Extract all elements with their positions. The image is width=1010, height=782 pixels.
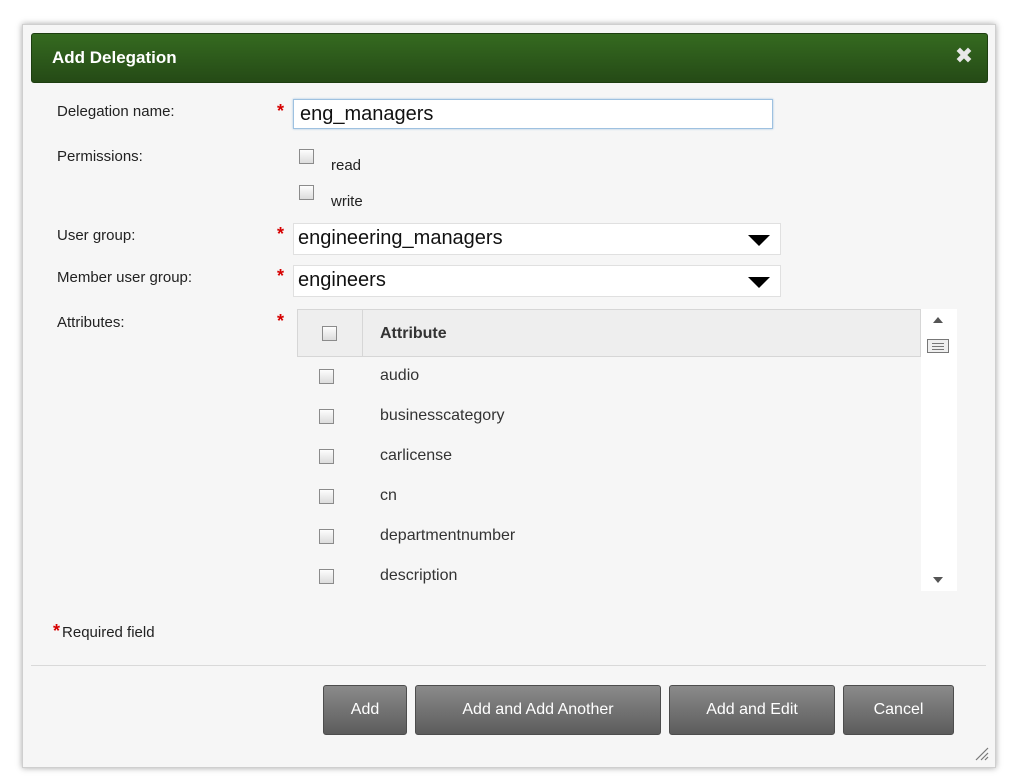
table-row: audio xyxy=(297,357,921,397)
attributes-table: Attribute audio businesscategory carlice… xyxy=(297,309,957,591)
required-field-text: Required field xyxy=(62,624,155,641)
dialog-titlebar[interactable]: Add Delegation ✖ xyxy=(31,33,988,83)
required-marker: * xyxy=(53,621,61,641)
required-field-note: * Required field xyxy=(53,621,155,642)
member-user-group-select[interactable]: engineers xyxy=(293,265,781,297)
add-button[interactable]: Add xyxy=(323,685,407,735)
permission-read-checkbox[interactable] xyxy=(299,149,314,164)
dialog-title: Add Delegation xyxy=(52,48,177,67)
add-delegation-dialog: Add Delegation ✖ Delegation name: * Perm… xyxy=(22,24,996,768)
user-group-select[interactable]: engineering_managers xyxy=(293,223,781,255)
row-checkbox[interactable] xyxy=(319,569,334,584)
attributes-table-header: Attribute xyxy=(297,309,921,357)
attributes-scrollbar[interactable] xyxy=(921,309,957,591)
attribute-column-header: Attribute xyxy=(380,325,447,342)
table-row: description xyxy=(297,557,921,591)
member-user-group-label: Member user group: xyxy=(57,269,193,286)
table-row: businesscategory xyxy=(297,397,921,437)
attribute-name: businesscategory xyxy=(380,407,505,424)
attribute-name: audio xyxy=(380,367,420,384)
scroll-down-icon[interactable] xyxy=(933,577,943,583)
required-marker: * xyxy=(277,224,285,244)
permission-write-checkbox[interactable] xyxy=(299,185,314,200)
scroll-thumb[interactable] xyxy=(927,339,949,353)
attributes-list: audio businesscategory carlicense cn dep… xyxy=(297,357,921,591)
row-checkbox[interactable] xyxy=(319,449,334,464)
permission-write-label: write xyxy=(331,193,363,210)
chevron-down-icon[interactable] xyxy=(748,277,770,288)
attribute-name: carlicense xyxy=(380,447,453,464)
add-and-edit-button[interactable]: Add and Edit xyxy=(669,685,835,735)
permission-read-label: read xyxy=(331,157,362,174)
row-checkbox[interactable] xyxy=(319,369,334,384)
cancel-button[interactable]: Cancel xyxy=(843,685,954,735)
required-marker: * xyxy=(277,101,285,121)
close-icon[interactable]: ✖ xyxy=(953,45,975,67)
table-row: cn xyxy=(297,477,921,517)
attribute-name: cn xyxy=(380,487,397,504)
select-all-checkbox[interactable] xyxy=(322,326,337,341)
resize-grip-icon[interactable] xyxy=(973,745,989,761)
footer-divider xyxy=(31,665,986,666)
user-group-label: User group: xyxy=(57,227,136,244)
delegation-name-label: Delegation name: xyxy=(57,103,175,120)
delegation-name-input[interactable] xyxy=(293,99,773,129)
header-divider xyxy=(362,310,363,356)
user-group-value: engineering_managers xyxy=(298,227,503,249)
required-marker: * xyxy=(277,311,285,331)
permissions-label: Permissions: xyxy=(57,148,143,165)
required-marker: * xyxy=(277,266,285,286)
table-row: carlicense xyxy=(297,437,921,477)
attribute-name: departmentnumber xyxy=(380,527,516,544)
member-user-group-value: engineers xyxy=(298,269,386,291)
row-checkbox[interactable] xyxy=(319,409,334,424)
chevron-down-icon[interactable] xyxy=(748,235,770,246)
add-and-add-another-button[interactable]: Add and Add Another xyxy=(415,685,661,735)
attributes-label: Attributes: xyxy=(57,314,125,331)
row-checkbox[interactable] xyxy=(319,489,334,504)
row-checkbox[interactable] xyxy=(319,529,334,544)
attribute-name: description xyxy=(380,567,458,584)
table-row: departmentnumber xyxy=(297,517,921,557)
scroll-up-icon[interactable] xyxy=(933,317,943,323)
